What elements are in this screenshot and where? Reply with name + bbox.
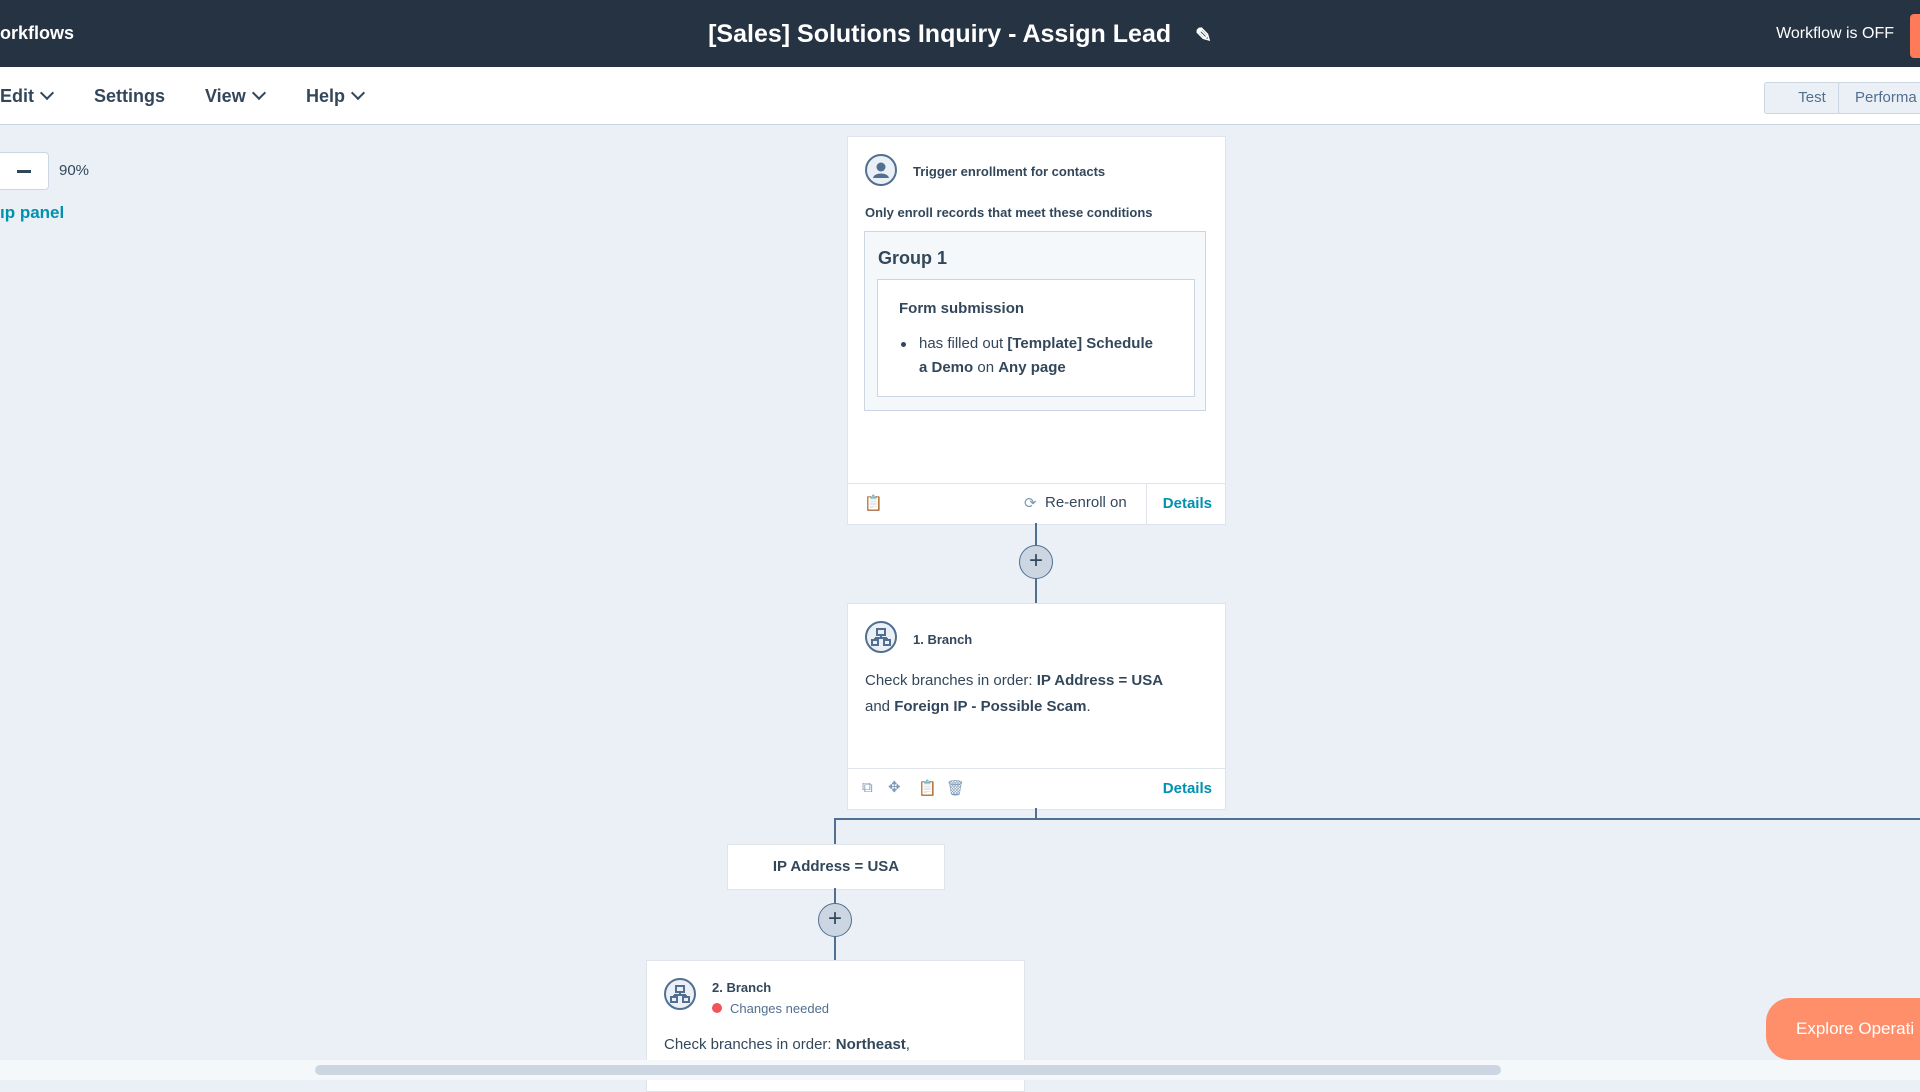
branch-icon [664, 978, 696, 1010]
clipboard-icon[interactable]: 📋 [864, 494, 883, 512]
branch-condition: Foreign IP - Possible Scam [894, 698, 1087, 715]
branch-condition: Northeast [835, 1036, 906, 1053]
zoom-level: 90% [59, 162, 90, 179]
branch-2-title: 2. Branch [712, 980, 772, 995]
performance-button[interactable]: Performa [1838, 82, 1920, 114]
branch-split-line [834, 818, 1920, 820]
branch-condition: IP Address = USA [1036, 672, 1164, 689]
bullet [901, 342, 906, 347]
condition-text: has filled out [919, 335, 1008, 352]
menu-view-label: View [205, 86, 246, 106]
clipboard-icon[interactable]: 📋 [918, 779, 937, 797]
trash-icon[interactable]: 🗑 [946, 779, 965, 797]
menu-help[interactable]: Help [306, 85, 366, 107]
menu-edit-label: Edit [0, 86, 34, 106]
panel-link[interactable]: ıp panel [0, 203, 64, 223]
form-name-cont: a Demo [919, 359, 974, 376]
add-action-button[interactable]: + [1019, 545, 1053, 579]
trigger-title: Trigger enrollment for contacts [913, 164, 1106, 179]
branch-1-line-1: Check branches in order: IP Address = US… [865, 672, 1163, 689]
move-icon[interactable]: ✥ [888, 778, 901, 796]
form-name: [Template] Schedule [1007, 335, 1153, 352]
top-bar: orkflows [Sales] Solutions Inquiry - Ass… [0, 0, 1920, 67]
connector-line [834, 818, 836, 844]
pencil-icon[interactable]: ✎ [1195, 23, 1212, 48]
trigger-card-footer: 📋 ⟳ Re-enroll on Details [848, 483, 1225, 524]
workflow-status: Workflow is OFF [1776, 25, 1894, 42]
minus-icon [17, 170, 31, 173]
branch-1-footer: ⧉ ✥ 📋 🗑 Details [848, 768, 1225, 809]
explore-button[interactable]: Explore Operati [1766, 998, 1920, 1060]
condition-line-2: a Demo on Any page [919, 359, 1066, 376]
horizontal-scrollbar[interactable] [315, 1065, 1501, 1075]
branch-text: Check branches in order: [865, 672, 1037, 689]
chevron-down-icon [39, 85, 55, 101]
branch-icon [865, 621, 897, 653]
branch-text: . [1086, 698, 1091, 715]
branch-text: and [865, 698, 895, 715]
condition-line-1: has filled out [Template] Schedule [919, 335, 1153, 352]
review-publish-button[interactable] [1910, 14, 1920, 58]
branch-1-details-link[interactable]: Details [1163, 780, 1212, 797]
branch-2-line-1: Check branches in order: Northeast, [664, 1036, 910, 1053]
menu-view[interactable]: View [205, 85, 266, 107]
condition-title: Form submission [899, 300, 1025, 317]
menu-settings[interactable]: Settings [94, 86, 165, 107]
menu-help-label: Help [306, 86, 346, 106]
zoom-out-button[interactable] [0, 152, 49, 190]
refresh-icon: ⟳ [1024, 495, 1037, 512]
reenroll-status[interactable]: Re-enroll on [1045, 494, 1127, 511]
trigger-details-link[interactable]: Details [1163, 495, 1212, 512]
trigger-card[interactable]: Trigger enrollment for contacts Only enr… [847, 136, 1226, 525]
alert-dot-icon [712, 1003, 722, 1013]
copy-icon[interactable]: ⧉ [862, 779, 873, 796]
branch-label-usa[interactable]: IP Address = USA [727, 844, 945, 890]
add-action-button[interactable]: + [818, 903, 852, 937]
menu-bar: Edit Settings View Help Test Performa [0, 67, 1920, 125]
branch-1-title: 1. Branch [913, 632, 973, 647]
status-text: Changes needed [730, 1001, 830, 1016]
branch-text: , [905, 1036, 910, 1053]
condition-text: on [973, 359, 999, 376]
contact-icon [865, 154, 897, 186]
chevron-down-icon [350, 85, 366, 101]
branch-1-card[interactable]: 1. Branch Check branches in order: IP Ad… [847, 603, 1226, 810]
menu-edit[interactable]: Edit [0, 85, 55, 107]
branch-1-line-2: and Foreign IP - Possible Scam. [865, 698, 1091, 715]
trigger-subtitle: Only enroll records that meet these cond… [865, 205, 1153, 220]
branch-2-status: Changes needed [712, 1001, 829, 1016]
workflow-title[interactable]: [Sales] Solutions Inquiry - Assign Lead [708, 20, 1171, 48]
page-name: Any page [998, 359, 1066, 376]
condition-group: Group 1 Form submission has filled out [… [864, 231, 1206, 411]
divider [1146, 484, 1147, 524]
group-title: Group 1 [878, 248, 948, 268]
chevron-down-icon [251, 85, 266, 101]
branch-text: Check branches in order: [664, 1036, 836, 1053]
workflow-title-wrap: [Sales] Solutions Inquiry - Assign Lead ✎ [0, 20, 1920, 49]
condition-box: Form submission has filled out [Template… [877, 279, 1195, 397]
